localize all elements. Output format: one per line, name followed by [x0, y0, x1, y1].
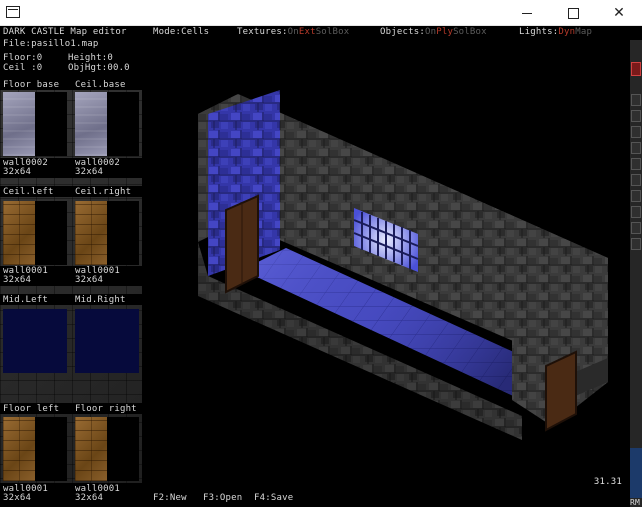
textures-opt-ext[interactable]: Ext	[299, 27, 316, 37]
minimize-button[interactable]	[504, 0, 550, 26]
objhgt-value: ObjHgt:00.0	[68, 63, 130, 73]
maximize-icon	[567, 7, 579, 19]
tool-button[interactable]	[631, 110, 641, 122]
tool-button[interactable]	[631, 94, 641, 106]
texture-mid-right[interactable]	[75, 309, 139, 373]
app-icon	[6, 6, 20, 18]
ceil-value: Ceil :0	[3, 63, 43, 73]
textures-label: Textures:	[237, 27, 288, 37]
objects-opt-on[interactable]: On	[425, 27, 436, 37]
objects-opt-ply[interactable]: Ply	[436, 27, 453, 37]
editor-surface: DARK CASTLE Map editor Mode:Cells Textur…	[0, 26, 642, 507]
objects-toggle[interactable]: Objects:OnPlySolBox	[380, 27, 487, 37]
tool-button[interactable]	[631, 142, 641, 154]
texture-ceil-left-preview	[35, 201, 67, 265]
corridor-render	[198, 90, 608, 440]
open-shortcut[interactable]: F3:Open	[203, 493, 242, 503]
texture-ceil-right[interactable]	[75, 201, 107, 265]
texture-size: 32x64	[75, 167, 104, 177]
tool-button[interactable]	[631, 190, 641, 202]
lights-opt-map[interactable]: Map	[575, 27, 592, 37]
door-right	[545, 350, 577, 432]
minimap-indicator	[630, 448, 642, 498]
floor-value: Floor:0	[3, 53, 43, 63]
texture-floor-left-preview	[35, 417, 67, 481]
save-shortcut[interactable]: F4:Save	[254, 493, 293, 503]
minimize-icon	[522, 12, 532, 14]
lights-opt-dyn[interactable]: Dyn	[558, 27, 575, 37]
slot-ceil-right-label: Ceil.right	[75, 187, 132, 197]
texture-size: 32x64	[75, 275, 104, 285]
texture-size: 32x64	[3, 167, 32, 177]
slot-floor-left-label: Floor left	[3, 404, 60, 414]
texture-mid-left[interactable]	[3, 309, 67, 373]
app-title: DARK CASTLE Map editor	[3, 27, 127, 37]
window-titlebar: ✕	[0, 0, 642, 26]
hand-tool-icon[interactable]	[631, 62, 641, 76]
texture-ceil-left[interactable]	[3, 201, 35, 265]
close-icon: ✕	[613, 5, 625, 21]
right-marker: RM	[630, 498, 641, 507]
maximize-button[interactable]	[550, 0, 596, 26]
tool-button[interactable]	[631, 174, 641, 186]
close-button[interactable]: ✕	[596, 0, 642, 26]
slot-ceil-base-label: Ceil.base	[75, 80, 126, 90]
textures-toggle[interactable]: Textures:OnExtSolBox	[237, 27, 349, 37]
lights-label: Lights:	[519, 27, 559, 37]
objects-label: Objects:	[380, 27, 425, 37]
height-value: Height:0	[68, 53, 113, 63]
texture-floor-base[interactable]	[3, 92, 35, 156]
textures-opt-solbox[interactable]: SolBox	[316, 27, 350, 37]
lights-toggle[interactable]: Lights:DynMap	[519, 27, 592, 37]
texture-floor-right[interactable]	[75, 417, 107, 481]
fps-counter: 31.31	[593, 477, 622, 487]
texture-floor-left[interactable]	[3, 417, 35, 481]
tool-button[interactable]	[631, 206, 641, 218]
tool-strip: RM	[630, 40, 642, 507]
tool-button[interactable]	[631, 158, 641, 170]
mode-indicator[interactable]: Mode:Cells	[153, 27, 209, 37]
objects-opt-solbox[interactable]: SolBox	[453, 27, 487, 37]
tool-button[interactable]	[631, 238, 641, 250]
textures-opt-on[interactable]: On	[288, 27, 299, 37]
texture-size: 32x64	[3, 275, 32, 285]
tool-button[interactable]	[631, 126, 641, 138]
new-shortcut[interactable]: F2:New	[153, 493, 187, 503]
texture-floor-right-preview	[107, 417, 139, 481]
slot-ceil-left-label: Ceil.left	[3, 187, 54, 197]
isometric-viewport[interactable]	[142, 40, 630, 492]
texture-size: 32x64	[3, 493, 32, 503]
file-name: File:pasillo1.map	[3, 39, 99, 49]
slot-mid-right-label: Mid.Right	[75, 295, 126, 305]
texture-ceil-right-preview	[107, 201, 139, 265]
texture-ceil-base-preview	[107, 92, 139, 156]
slot-floor-base-label: Floor base	[3, 80, 60, 90]
texture-ceil-base[interactable]	[75, 92, 107, 156]
texture-floor-base-preview	[35, 92, 67, 156]
tool-button[interactable]	[631, 222, 641, 234]
texture-size: 32x64	[75, 493, 104, 503]
texture-panel: File:pasillo1.map Floor:0 Height:0 Ceil …	[0, 39, 142, 507]
slot-floor-right-label: Floor right	[75, 404, 137, 414]
slot-mid-left-label: Mid.Left	[3, 295, 48, 305]
